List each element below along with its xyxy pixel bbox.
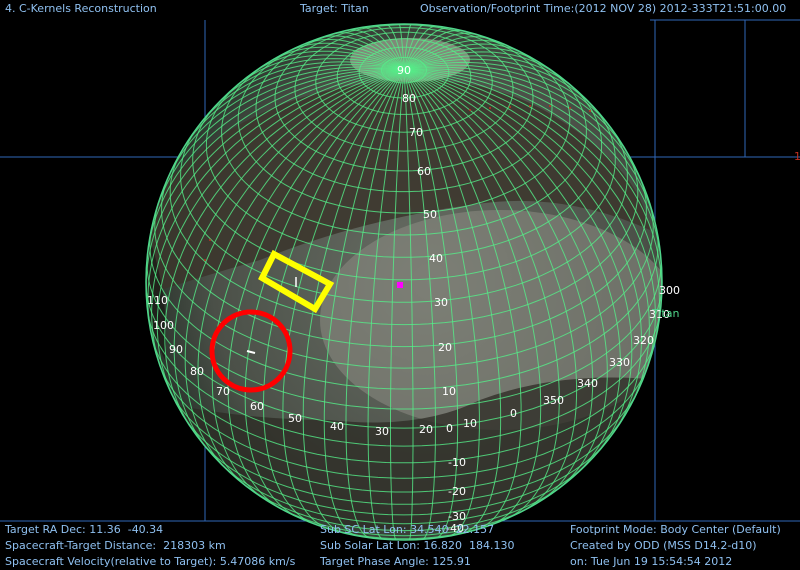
globe-view[interactable]: 9080706050403020100-10-20-30-40 11010090…	[0, 0, 800, 570]
longitude-label: 100	[153, 319, 174, 332]
target-label: Target: Titan	[300, 2, 369, 15]
latitude-label: 60	[417, 165, 431, 178]
ra-dec: Target RA Dec: 11.36 -40.34	[5, 523, 164, 536]
latitude-label: 30	[434, 296, 448, 309]
longitude-label: 340	[577, 377, 598, 390]
longitude-label: 300	[659, 284, 680, 297]
longitude-label: 110	[147, 294, 168, 307]
longitude-label: 320	[633, 334, 654, 347]
longitude-label: 330	[609, 356, 630, 369]
sub-solar-lat-lon: Sub Solar Lat Lon: 16.820 184.130	[320, 539, 515, 552]
latitude-label: -10	[448, 456, 466, 469]
latitude-label: 40	[429, 252, 443, 265]
latitude-label: 0	[446, 422, 453, 435]
longitude-label: 30	[375, 425, 389, 438]
latitude-label: 80	[402, 92, 416, 105]
latitude-label: 70	[409, 126, 423, 139]
target-name-label: Titan	[652, 307, 680, 320]
sub-sc-lat-lon: Sub SC Lat Lon: 34.540 22.157	[320, 523, 495, 536]
latitude-label: 50	[423, 208, 437, 221]
sc-velocity: Spacecraft Velocity(relative to Target):…	[5, 555, 296, 568]
latitude-label: 90	[397, 64, 411, 77]
longitude-label: 350	[543, 394, 564, 407]
latitude-label: -20	[448, 485, 466, 498]
observation-time: Observation/Footprint Time:(2012 NOV 28)…	[420, 2, 787, 15]
longitude-label: 50	[288, 412, 302, 425]
longitude-label: 60	[250, 400, 264, 413]
latitude-label: 20	[438, 341, 452, 354]
longitude-label: 70	[216, 385, 230, 398]
longitude-label: 40	[330, 420, 344, 433]
longitude-label: 20	[419, 423, 433, 436]
longitude-label: 0	[510, 407, 517, 420]
boresight-marker[interactable]	[397, 282, 403, 288]
sc-target-distance: Spacecraft-Target Distance: 218303 km	[5, 539, 226, 552]
longitude-label: 90	[169, 343, 183, 356]
created-on: on: Tue Jun 19 15:54:54 2012	[570, 555, 733, 568]
footprint-mode: Footprint Mode: Body Center (Default)	[570, 523, 781, 536]
phase-angle: Target Phase Angle: 125.91	[320, 555, 471, 568]
longitude-label: 80	[190, 365, 204, 378]
edge-label: 1	[794, 150, 800, 163]
created-by: Created by ODD (MSS D14.2-d10)	[570, 539, 757, 552]
longitude-label: 10	[463, 417, 477, 430]
window-title: 4. C-Kernels Reconstruction	[5, 2, 157, 15]
latitude-label: 10	[442, 385, 456, 398]
